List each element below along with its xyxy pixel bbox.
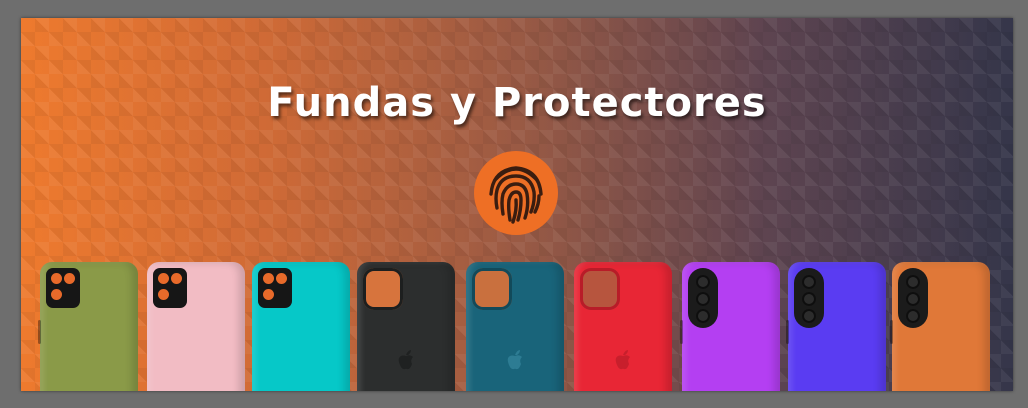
phone-case[interactable]	[147, 262, 245, 391]
camera-module	[153, 268, 187, 308]
phone-case[interactable]	[786, 262, 886, 391]
camera-cutout	[580, 268, 620, 310]
phone-case[interactable]	[680, 262, 780, 391]
phone-case[interactable]	[38, 262, 138, 391]
banner-title: Fundas y Protectores	[267, 80, 767, 126]
phone-case[interactable]	[357, 262, 455, 391]
camera-module	[258, 268, 292, 308]
camera-module	[688, 268, 718, 328]
camera-module	[898, 268, 928, 328]
apple-icon	[615, 350, 630, 370]
phone-case[interactable]	[252, 262, 350, 391]
apple-icon	[507, 350, 522, 370]
phone-case[interactable]	[574, 262, 672, 391]
apple-icon	[398, 350, 413, 370]
camera-module	[46, 268, 80, 308]
camera-cutout	[472, 268, 512, 310]
phone-cases-row	[38, 262, 1000, 391]
camera-cutout	[363, 268, 403, 310]
banner-frame: Fundas y Protectores	[0, 0, 1028, 408]
camera-module	[794, 268, 824, 328]
phone-case[interactable]	[890, 262, 990, 391]
fingerprint-icon	[474, 151, 558, 235]
phone-case[interactable]	[466, 262, 564, 391]
promo-banner[interactable]: Fundas y Protectores	[21, 18, 1013, 391]
